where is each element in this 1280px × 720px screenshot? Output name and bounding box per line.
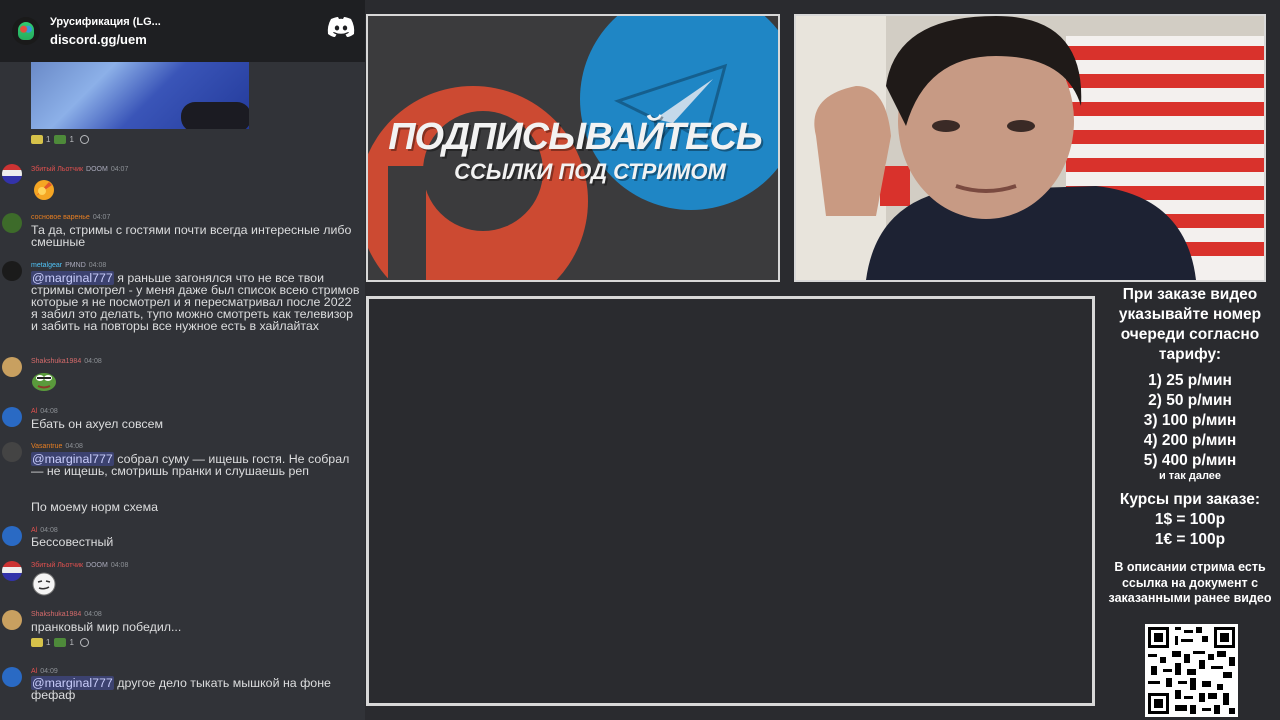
- webcam-feed: [794, 14, 1266, 282]
- qr-code-icon: [1145, 624, 1238, 717]
- tariff-item: 4) 200 р/мин: [1143, 432, 1237, 449]
- timestamp: 04:08: [110, 562, 129, 569]
- fire-emoji-icon: [34, 180, 54, 200]
- tariff-item: 2) 50 р/мин: [1148, 392, 1232, 409]
- reaction-pepe[interactable]: 1: [54, 135, 74, 144]
- username[interactable]: Shakshuka1984: [31, 358, 81, 365]
- message-text: Ебать он ахуел совсем: [31, 417, 164, 431]
- avatar[interactable]: [2, 610, 22, 630]
- discord-logo-icon: [327, 17, 355, 37]
- message-text: @marginal777 собрал суму — ищешь гостя. …: [31, 452, 350, 478]
- avatar[interactable]: [2, 213, 22, 233]
- avatar[interactable]: [2, 667, 22, 687]
- pepe-emoji-icon: [32, 373, 56, 391]
- username[interactable]: сосновое варенье: [31, 214, 90, 221]
- timestamp: 04:07: [110, 166, 129, 173]
- username[interactable]: Al: [31, 668, 37, 675]
- tax-emoji-icon: [31, 638, 43, 647]
- reaction-tax[interactable]: 1: [31, 638, 50, 647]
- banner-subtitle: ССЫЛКИ ПОД СТРИМОМ: [454, 159, 726, 184]
- attached-image[interactable]: [31, 62, 249, 129]
- message-text: По моему норм схема: [31, 500, 158, 514]
- invite-link[interactable]: discord.gg/uem: [50, 31, 161, 48]
- pepe-emoji-icon: [54, 638, 67, 647]
- subscribe-banner: ПОДПИСЫВАЙТЕСЬ ССЫЛКИ ПОД СТРИМОМ: [366, 14, 780, 282]
- user-badge: PMND: [65, 262, 86, 269]
- patreon-logo-stem: [388, 166, 426, 280]
- add-reaction-icon[interactable]: [79, 135, 89, 144]
- user-badge: DOOM: [86, 562, 108, 569]
- timestamp: 04:08: [84, 611, 102, 618]
- rates-title: Курсы при заказе:: [1119, 491, 1261, 508]
- exchange-rates: Курсы при заказе: 1$ = 100р 1€ = 100р: [1100, 490, 1280, 550]
- timestamp: 04:08: [40, 408, 58, 415]
- reaction-bar: 1 1: [31, 135, 89, 144]
- username[interactable]: Vasantrue: [31, 443, 62, 450]
- tax-emoji-icon: [31, 135, 43, 144]
- add-reaction-icon[interactable]: [79, 638, 89, 647]
- username[interactable]: Shakshuka1984: [31, 611, 81, 618]
- timestamp: 04:08: [88, 262, 107, 269]
- avatar[interactable]: [2, 526, 22, 546]
- info-panel: При заказе видео указывайте номер очеред…: [1100, 282, 1280, 720]
- avatar[interactable]: [2, 407, 22, 427]
- username[interactable]: metalgear: [31, 262, 62, 269]
- pepe-emoji-icon: [54, 135, 67, 144]
- order-instructions: При заказе видео указывайте номер очеред…: [1118, 286, 1262, 363]
- tariff-item: 5) 400 р/мин: [1143, 452, 1237, 469]
- banner-title: ПОДПИСЫВАЙТЕСЬ: [388, 116, 763, 158]
- timestamp: 04:09: [40, 668, 58, 675]
- tariff-list: 1) 25 р/мин 2) 50 р/мин 3) 100 р/мин 4) …: [1100, 371, 1280, 471]
- rate-item: 1$ = 100р: [1154, 511, 1226, 528]
- user-badge: DOOM: [86, 166, 108, 173]
- username[interactable]: Al: [31, 527, 37, 534]
- message-text: @marginal777 я раньше загонялся что не в…: [31, 271, 360, 333]
- tariff-etc: и так далее: [1158, 470, 1222, 482]
- username[interactable]: Збитый Льотчик: [31, 562, 83, 569]
- chat-header: Урусификация (LG... discord.gg/uem: [0, 0, 365, 62]
- message-text: пранковый мир победил...: [31, 620, 182, 634]
- avatar[interactable]: [2, 164, 22, 184]
- timestamp: 04:08: [65, 443, 83, 450]
- message-text: Та да, стримы с гостями почти всегда инт…: [31, 223, 352, 249]
- avatar[interactable]: [2, 561, 22, 581]
- avatar[interactable]: [2, 442, 22, 462]
- reaction-bar: 1 1: [31, 638, 89, 647]
- username[interactable]: Збитый Льотчик: [31, 166, 83, 173]
- avatar[interactable]: [2, 261, 22, 281]
- rate-item: 1€ = 100р: [1154, 531, 1226, 548]
- message-text: @marginal777 другое дело тыкать мышкой н…: [31, 676, 331, 702]
- webcam-image: [796, 16, 1264, 280]
- avatar[interactable]: [2, 357, 22, 377]
- smug-face-emoji-icon: [32, 572, 56, 596]
- timestamp: 04:08: [84, 358, 102, 365]
- tariff-item: 3) 100 р/мин: [1143, 412, 1237, 429]
- server-icon[interactable]: [12, 17, 40, 45]
- video-frame: [366, 296, 1095, 706]
- reaction-pepe[interactable]: 1: [54, 638, 74, 647]
- server-name[interactable]: Урусификация (LG...: [50, 14, 161, 31]
- tariff-item: 1) 25 р/мин: [1148, 372, 1232, 389]
- reaction-tax[interactable]: 1: [31, 135, 50, 144]
- timestamp: 04:08: [40, 527, 58, 534]
- discord-chat-panel: 1 1 Збитый Льотчик DOOM 04:07 сосновое вар…: [0, 0, 365, 720]
- message-text: Бессовестный: [31, 535, 114, 549]
- timestamp: 04:07: [92, 214, 111, 221]
- description-note: В описании стрима есть ссылка на докумен…: [1108, 560, 1272, 605]
- username[interactable]: Al: [31, 408, 37, 415]
